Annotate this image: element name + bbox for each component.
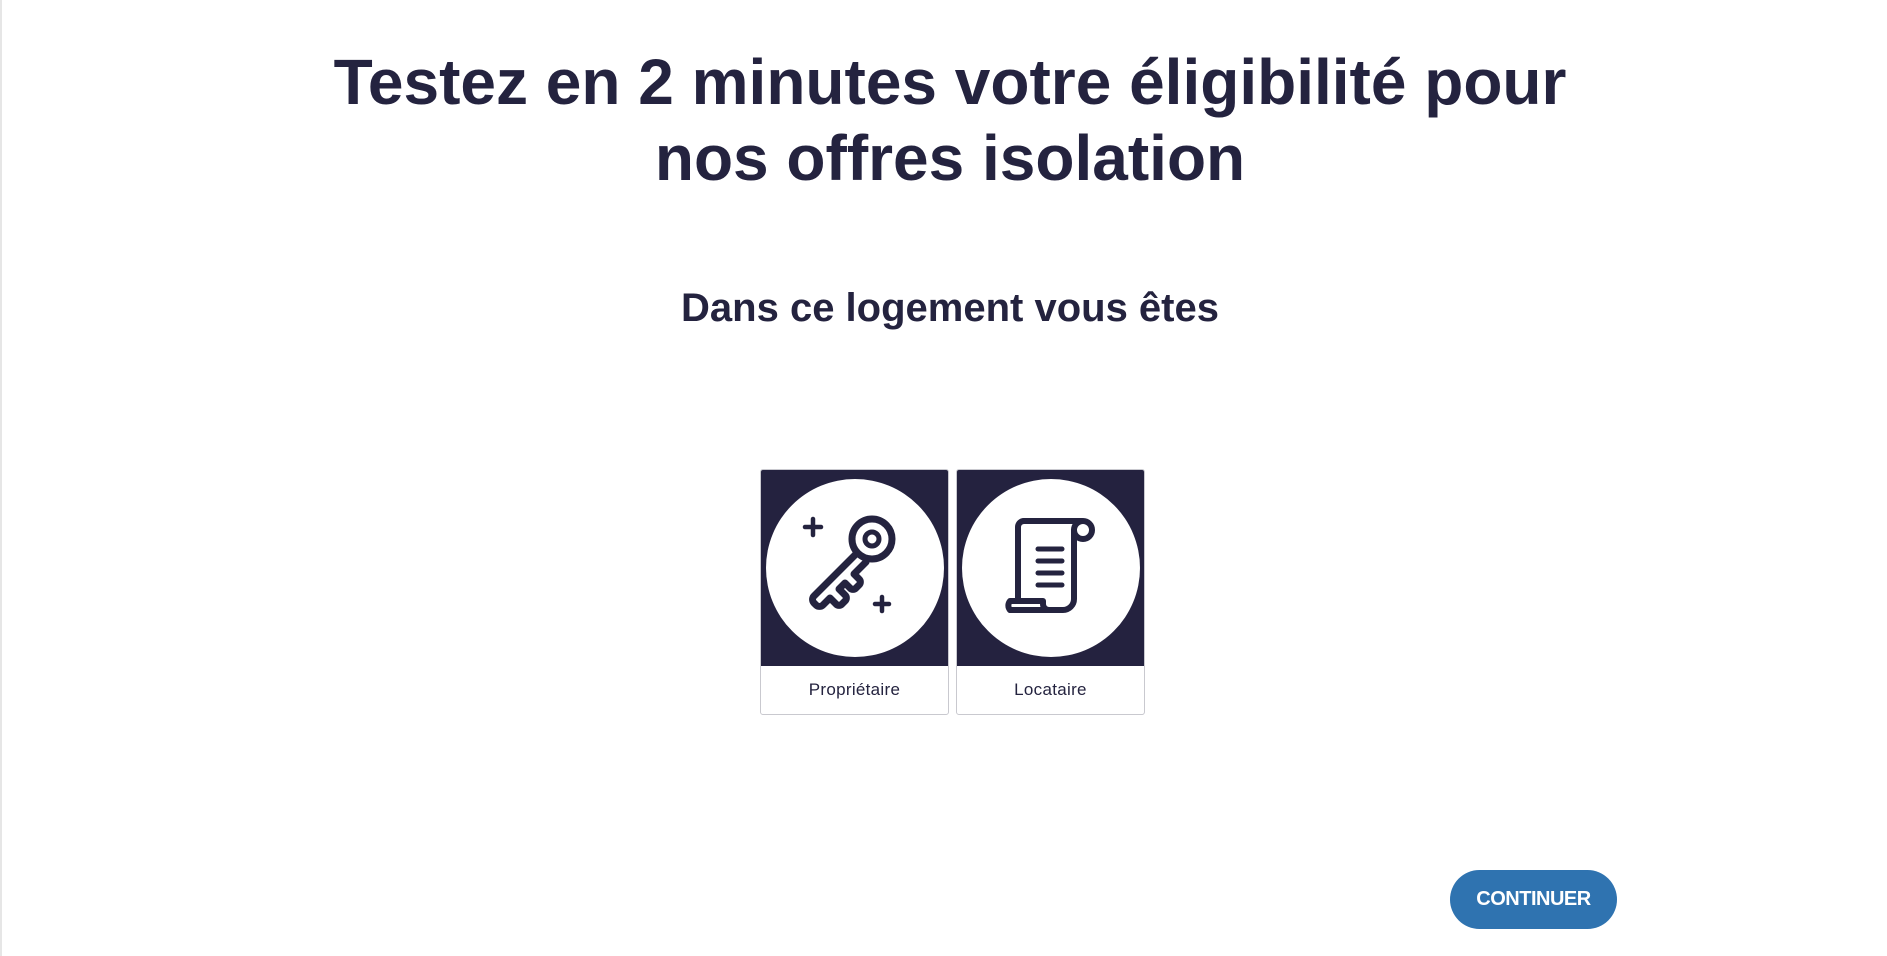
option-label-locataire: Locataire [1014,680,1087,699]
option-circle [961,479,1140,657]
continue-button[interactable]: CONTINUER [1450,870,1617,929]
option-card-proprietaire[interactable]: Propriétaire [760,469,949,715]
page: Testez en 2 minutes votre éligibilité po… [0,0,1887,956]
option-card-locataire[interactable]: Locataire [956,469,1145,715]
options-group: Propriétaire Locataire [760,469,1145,715]
option-image-proprietaire [761,470,948,666]
page-title: Testez en 2 minutes votre éligibilité po… [0,44,1887,196]
key-icon [802,515,895,614]
page-title-line-2: nos offres isolation [654,122,1246,194]
option-circle [765,479,944,657]
option-image-locataire [957,470,1144,666]
question-title: Dans ce logement vous êtes [681,286,1219,330]
option-label-proprietaire: Propriétaire [808,680,901,699]
page-title-line-1: Testez en 2 minutes votre éligibilité po… [333,46,1567,118]
scroll-icon [1004,518,1095,613]
